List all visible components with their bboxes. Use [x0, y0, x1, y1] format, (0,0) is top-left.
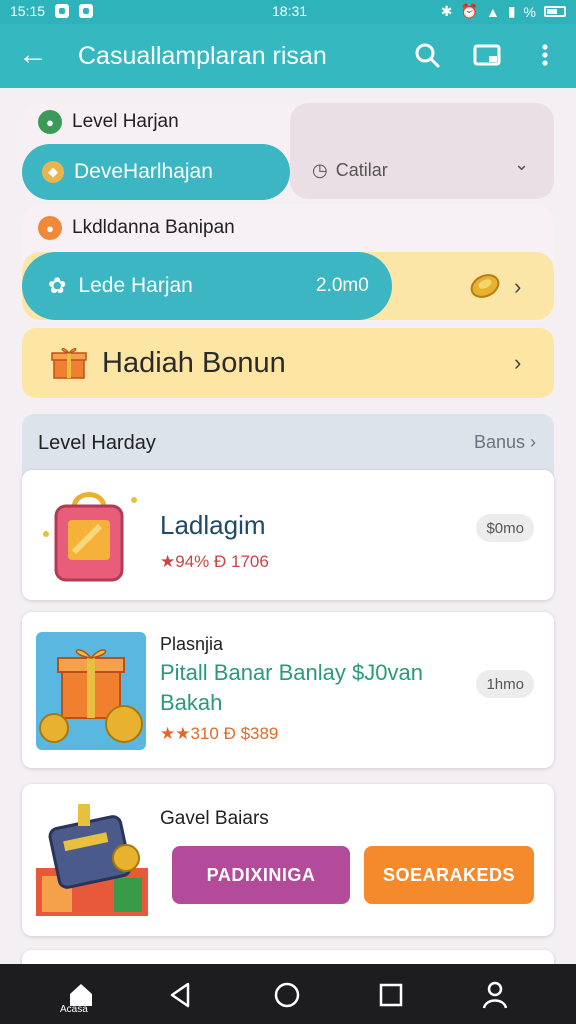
status-left: 15:15	[10, 3, 94, 19]
gift-box-icon	[36, 632, 146, 750]
card-title: Gavel Baiars	[160, 808, 269, 829]
select-dropdown[interactable]	[290, 103, 554, 199]
signal-icon: ▮	[507, 3, 516, 19]
card-title-line2: Bakah	[160, 690, 223, 715]
top-panel-label: Level Harjan	[72, 111, 179, 132]
section-more-label: Banus	[473, 432, 525, 452]
mid-pill-value: 2.0m0	[316, 275, 369, 296]
section-header: Level Harday Banus ›	[22, 414, 554, 476]
cast-icon[interactable]	[472, 40, 502, 70]
wifi-icon: ▲	[485, 3, 500, 20]
main-content: ● Level Harjan ◆ DeveHarlhajan ◷ Catilar…	[0, 88, 576, 964]
chevron-down-icon[interactable]: ⌄	[514, 154, 529, 175]
chevron-right-icon: ›	[514, 350, 522, 375]
back-triangle-icon[interactable]	[164, 978, 198, 1012]
product-card[interactable]	[22, 950, 554, 964]
bag-icon	[43, 492, 137, 582]
home-label: Acasa	[60, 1004, 88, 1015]
app-notification-icon	[79, 4, 94, 18]
coin-icon	[470, 274, 500, 298]
mid-panel-label: Lkdldanna Banipan	[72, 217, 235, 238]
mid-pill[interactable]: ✿ Lede Harjan 2.0m0	[22, 252, 392, 320]
search-icon[interactable]	[412, 40, 442, 70]
mid-pill-label: Lede Harjan	[78, 274, 193, 297]
back-arrow-icon[interactable]: ←	[18, 38, 48, 72]
price-badge: $0mo	[476, 514, 534, 542]
person-icon[interactable]	[478, 978, 512, 1012]
section-more-link[interactable]: Banus ›	[474, 432, 536, 453]
level-badge-icon: ●	[38, 110, 62, 134]
card-title-line1: Pitall Banar Banlay $J0van	[160, 660, 423, 685]
bonus-bar[interactable]: Hadiah Bonun ›	[22, 328, 554, 398]
select-value: Catilar	[335, 160, 388, 180]
secondary-action-button[interactable]: SOEARAKEDS	[364, 846, 534, 904]
card-title: Ladlagim	[160, 510, 266, 540]
level-pill-label: DeveHarlhajan	[74, 160, 213, 183]
card-subtitle: Plasnjia	[160, 634, 224, 654]
price-badge: 1hmo	[476, 670, 534, 698]
status-time: 18:31	[272, 3, 308, 19]
primary-action-button[interactable]: PADIXINIGA	[172, 846, 350, 904]
notification-icon	[55, 4, 70, 18]
status-bar: 15:15 18:31 ✱ ⏰ ▲ ▮ %	[0, 0, 576, 24]
app-title: Casuallamplaran risan	[78, 42, 327, 70]
card-rating: ★94% Ð 1706	[160, 552, 269, 571]
gift-icon	[51, 348, 87, 379]
top-panel-label-row: ● Level Harjan	[38, 110, 179, 134]
clock-icon: ◷	[312, 160, 328, 180]
battery-icon	[544, 6, 566, 17]
level-pill[interactable]: ◆ DeveHarlhajan	[22, 144, 290, 200]
bonus-label: Hadiah Bonun	[102, 347, 286, 379]
product-card[interactable]: Ladlagim ★94% Ð 1706 $0mo	[22, 470, 554, 600]
bluetooth-icon: ✱	[440, 3, 453, 19]
status-right: ✱ ⏰ ▲ ▮ %	[441, 3, 566, 20]
battery-percent: %	[523, 3, 536, 20]
card-rating: ★★310 Ð $389	[160, 724, 279, 743]
circle-home-icon[interactable]	[270, 978, 304, 1012]
square-recents-icon[interactable]	[374, 978, 408, 1012]
info-icon: ●	[38, 216, 62, 240]
mid-panel-label-row: ● Lkdldanna Banipan	[38, 216, 235, 240]
badge-outline-icon: ✿	[48, 273, 67, 298]
select-value-row: ◷ Catilar	[312, 160, 388, 181]
more-vert-icon[interactable]	[530, 40, 560, 70]
wallet-icon	[36, 804, 148, 916]
status-left-text: 15:15	[10, 3, 46, 19]
product-card[interactable]: Plasnjia Pitall Banar Banlay $J0van Baka…	[22, 612, 554, 768]
chevron-right-icon[interactable]: ›	[514, 274, 521, 300]
medal-icon: ◆	[42, 161, 64, 183]
app-bar: ← Casuallamplaran risan	[0, 24, 576, 88]
alarm-icon: ⏰	[460, 3, 478, 19]
system-nav-bar: Acasa	[0, 964, 576, 1024]
section-title: Level Harday	[38, 432, 156, 454]
